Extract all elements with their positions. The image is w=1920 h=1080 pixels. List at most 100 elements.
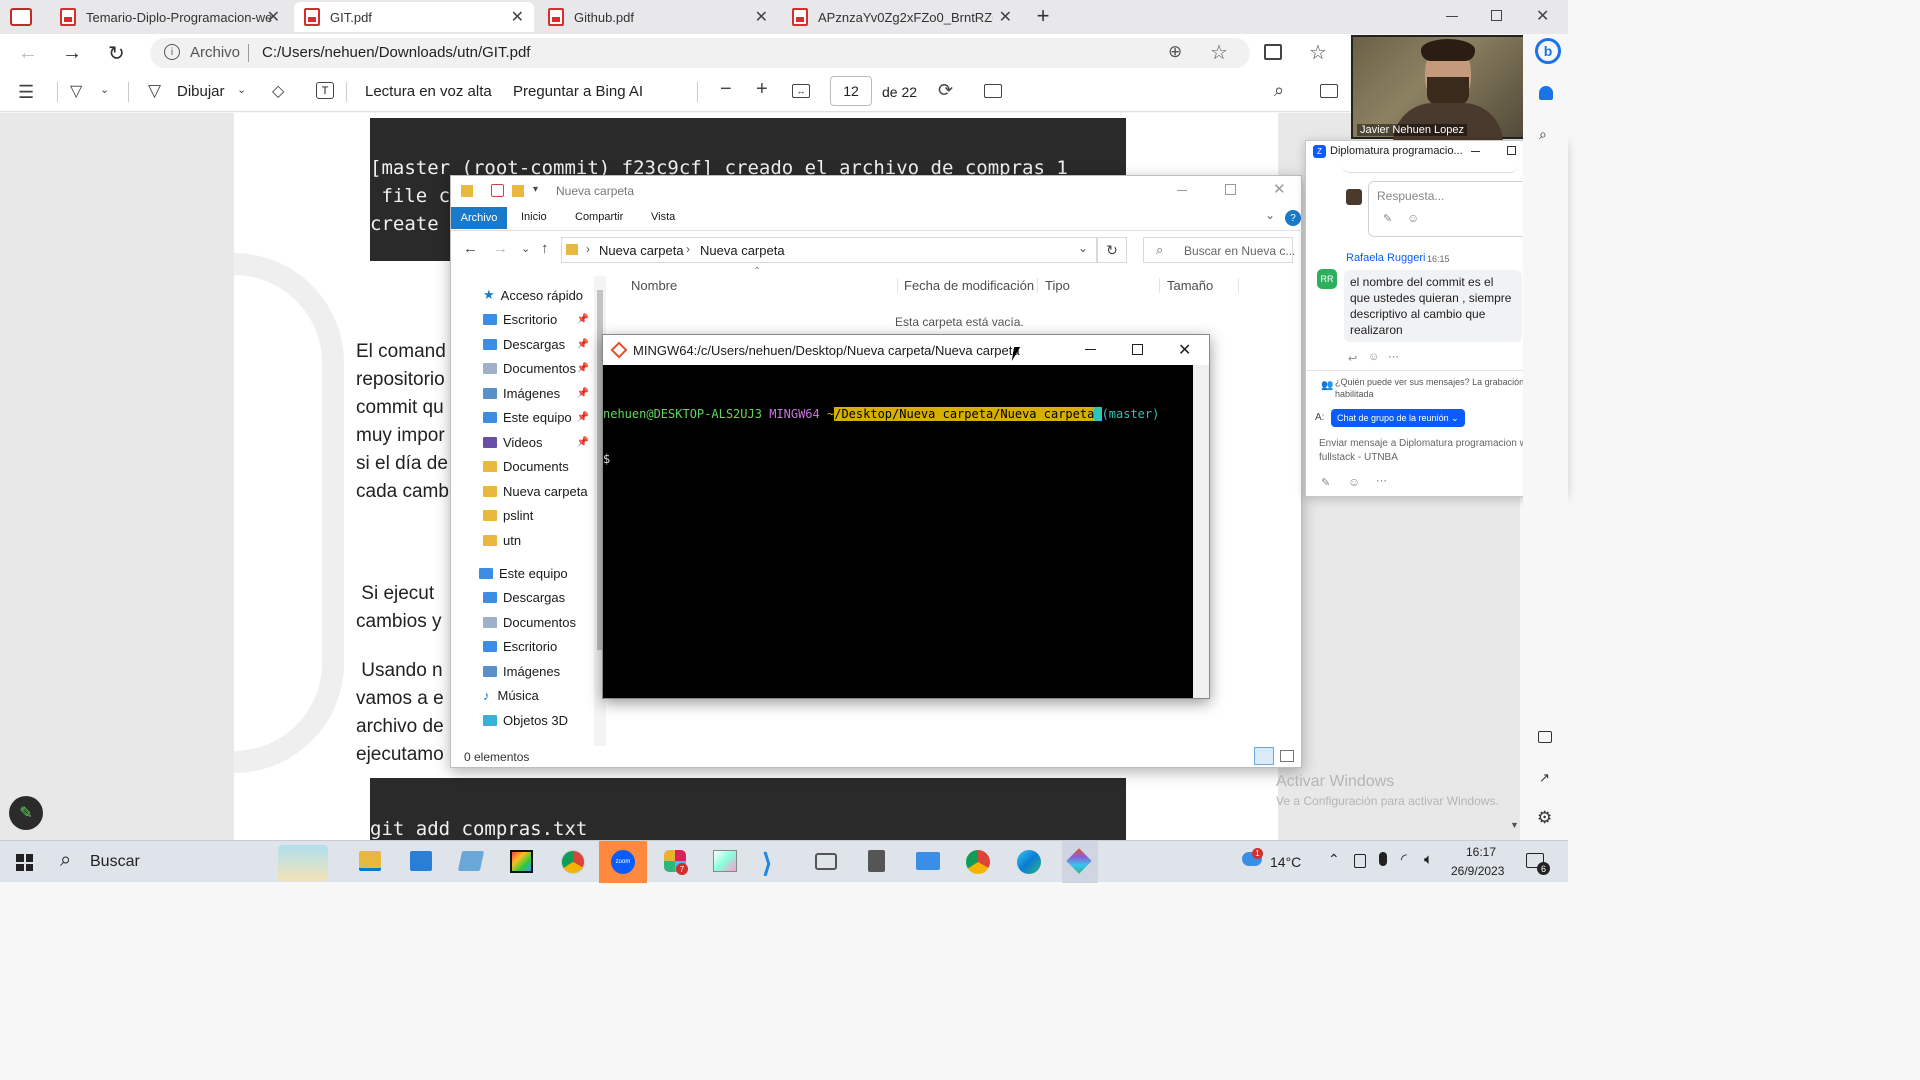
nav-item[interactable]: Videos 📌: [483, 431, 593, 453]
new-tab-icon[interactable]: +: [1032, 3, 1054, 28]
help-icon[interactable]: ?: [1285, 210, 1301, 226]
nav-item[interactable]: Documentos 📌: [483, 357, 593, 379]
clock-date[interactable]: 26/9/2023: [1451, 864, 1504, 878]
settings-icon[interactable]: ⚙: [1537, 808, 1552, 828]
temperature[interactable]: 14°C: [1270, 854, 1301, 870]
up-icon[interactable]: ↑: [541, 240, 549, 257]
format-icon[interactable]: ✎: [1383, 212, 1392, 225]
compose-input[interactable]: Enviar mensaje a Diplomatura programacio…: [1319, 437, 1555, 465]
column-header-nombre[interactable]: Nombre: [631, 278, 677, 293]
chevron-down-icon[interactable]: ⌄: [1265, 208, 1275, 222]
volume-icon[interactable]: 🔈︎: [1424, 851, 1433, 868]
nav-item[interactable]: Imágenes 📌: [483, 382, 593, 404]
participant-video[interactable]: Javier Nehuen Lopez: [1351, 35, 1537, 143]
external-link-icon[interactable]: ↗: [1539, 770, 1550, 786]
nav-item[interactable]: Escritorio 📌: [483, 308, 593, 330]
nav-item[interactable]: Escritorio: [483, 635, 557, 657]
minimize-icon[interactable]: [1177, 190, 1187, 191]
back-icon[interactable]: ←: [18, 42, 38, 65]
vscode-taskbar-icon[interactable]: ⟩: [762, 848, 772, 879]
edit-pen-button[interactable]: ✎: [9, 796, 43, 830]
react-icon[interactable]: ☺: [1368, 351, 1379, 363]
chevron-down-icon[interactable]: ⌄: [1078, 241, 1088, 255]
close-tab-icon[interactable]: ✕: [511, 7, 524, 27]
taskbar-search[interactable]: ⌕ Buscar: [50, 841, 340, 883]
pdf-scrollbar-down-icon[interactable]: ▼: [1510, 820, 1519, 830]
text-box-icon[interactable]: T: [316, 82, 334, 99]
forward-icon[interactable]: →: [493, 240, 508, 257]
nav-item[interactable]: ♪ Música: [483, 684, 539, 706]
contents-icon[interactable]: ☰: [18, 82, 34, 103]
nav-item[interactable]: Documentos: [483, 611, 576, 633]
windows-start-icon[interactable]: [16, 854, 33, 871]
zoom-in-icon[interactable]: +: [756, 78, 768, 101]
file-explorer-taskbar-icon[interactable]: [359, 851, 381, 871]
tray-app-icon[interactable]: [1354, 854, 1366, 868]
search-icon[interactable]: ⌕: [1539, 126, 1547, 143]
ask-bing-button[interactable]: Preguntar a Bing AI: [513, 83, 643, 100]
zoom-icon[interactable]: ⊕: [1168, 42, 1182, 62]
draw-label[interactable]: Dibujar: [177, 83, 225, 100]
recipient-dropdown[interactable]: Chat de grupo de la reunión ⌄: [1331, 409, 1465, 427]
ribbon-tab-archivo[interactable]: Archivo: [451, 207, 507, 229]
details-view-icon[interactable]: [1254, 747, 1274, 765]
nav-item[interactable]: Objetos 3D: [483, 709, 568, 731]
wifi-icon[interactable]: ◜: [1401, 850, 1407, 868]
minimize-icon[interactable]: [1471, 151, 1480, 152]
close-tab-icon[interactable]: ✕: [755, 7, 768, 27]
close-icon[interactable]: ✕: [1178, 340, 1191, 360]
display-taskbar-icon[interactable]: [916, 852, 940, 870]
zoom-out-icon[interactable]: −: [720, 78, 732, 101]
refresh-icon[interactable]: ↻: [1097, 237, 1127, 263]
chrome-taskbar-icon[interactable]: [561, 850, 585, 874]
qat-chevron-icon[interactable]: ▾: [533, 184, 538, 195]
search-field[interactable]: ⌕ Buscar en Nueva c...: [1143, 237, 1295, 263]
nav-item[interactable]: Documents: [483, 455, 569, 477]
chrome-profile-taskbar-icon[interactable]: [966, 850, 990, 874]
maximize-icon[interactable]: [1225, 184, 1236, 195]
maximize-icon[interactable]: [1132, 344, 1143, 355]
rotate-icon[interactable]: ⟳: [938, 80, 953, 101]
microphone-icon[interactable]: [1379, 852, 1387, 866]
nav-quick-access[interactable]: ★ Acceso rápido: [483, 284, 583, 306]
search-icon[interactable]: ⌕: [1274, 80, 1284, 101]
sidebar-toggle-icon[interactable]: [1538, 731, 1552, 743]
split-screen-icon[interactable]: [1264, 44, 1282, 60]
nav-this-pc[interactable]: Este equipo: [479, 562, 568, 584]
column-header-tamano[interactable]: Tamaño: [1159, 278, 1239, 293]
zoom-taskbar-icon[interactable]: zoom: [599, 841, 647, 883]
favorite-star-icon[interactable]: ☆: [1210, 40, 1228, 65]
app-taskbar-icon[interactable]: [457, 851, 485, 871]
minimize-icon[interactable]: [1446, 16, 1458, 17]
refresh-icon[interactable]: ↻: [108, 41, 125, 66]
breadcrumb-bar[interactable]: › Nueva carpeta › Nueva carpeta ⌄: [561, 237, 1097, 263]
favorites-icon[interactable]: ☆: [1309, 40, 1327, 65]
column-header-fecha[interactable]: Fecha de modificación: [897, 278, 1034, 293]
url-field[interactable]: i Archivo C:/Users/nehuen/Downloads/utn/…: [150, 38, 1250, 68]
emoji-icon[interactable]: ☺: [1407, 211, 1419, 225]
remote-desktop-taskbar-icon[interactable]: [410, 851, 432, 871]
tab-git-pdf[interactable]: GIT.pdf ✕: [294, 2, 534, 32]
edge-taskbar-icon[interactable]: [1017, 850, 1041, 874]
more-icon[interactable]: ⋯: [1388, 350, 1399, 363]
eraser-icon[interactable]: ◇: [272, 81, 284, 101]
bell-icon[interactable]: [1539, 86, 1553, 100]
back-icon[interactable]: ←: [463, 240, 478, 257]
nav-item[interactable]: Este equipo 📌: [483, 406, 593, 428]
breadcrumb-item[interactable]: Nueva carpeta: [700, 243, 785, 258]
new-folder-icon[interactable]: [512, 185, 524, 197]
chevron-down-icon[interactable]: ⌄: [237, 83, 246, 96]
nav-item[interactable]: Imágenes: [483, 660, 560, 682]
large-icons-view-icon[interactable]: [1280, 750, 1294, 762]
reply-icon[interactable]: ↩: [1348, 352, 1357, 365]
breadcrumb-item[interactable]: Nueva carpeta: [599, 243, 684, 258]
maximize-icon[interactable]: [1491, 10, 1502, 21]
print-icon[interactable]: [1320, 84, 1338, 98]
properties-icon[interactable]: [491, 184, 504, 197]
draw-icon[interactable]: ▽: [148, 81, 161, 101]
format-icon[interactable]: ✎: [1321, 476, 1330, 489]
ribbon-tab-compartir[interactable]: Compartir: [575, 211, 623, 223]
read-aloud-button[interactable]: Lectura en voz alta: [365, 83, 492, 100]
close-window-icon[interactable]: ✕: [1536, 6, 1549, 26]
clock-time[interactable]: 16:17: [1466, 845, 1496, 859]
